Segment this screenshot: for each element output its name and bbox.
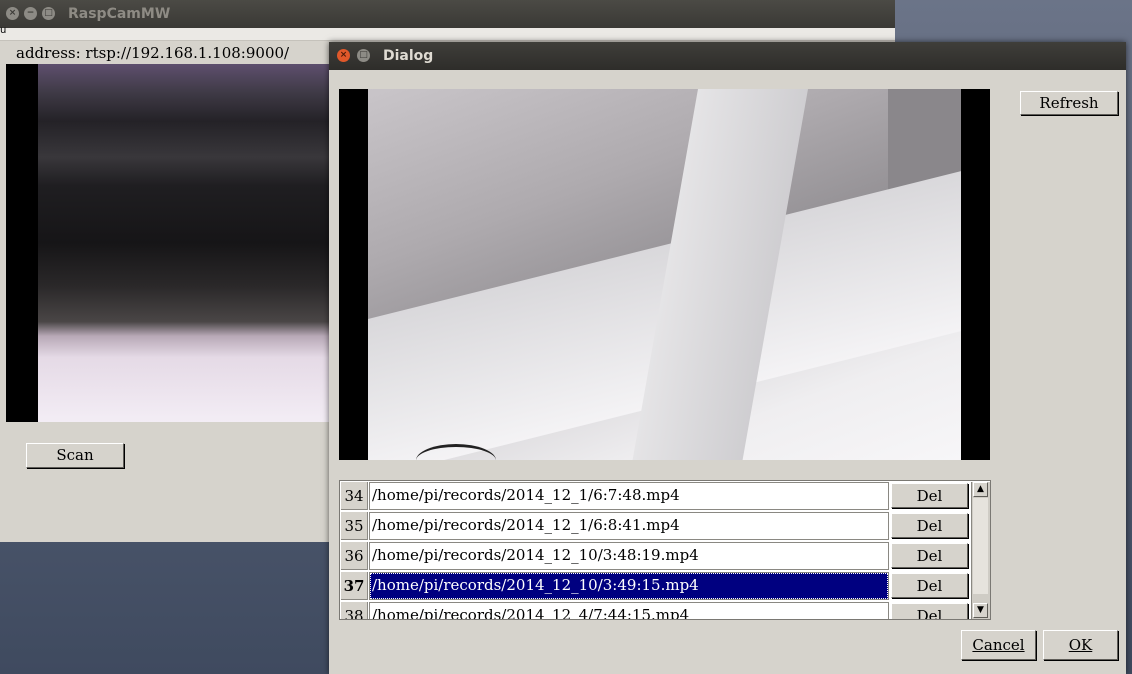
- record-path[interactable]: /home/pi/records/2014_12_1/6:7:48.mp4: [369, 482, 889, 510]
- delete-button[interactable]: Del: [891, 543, 968, 568]
- record-path[interactable]: /home/pi/records/2014_12_4/7:44:15.mp4: [369, 602, 889, 619]
- dialog-title: Dialog: [383, 48, 434, 64]
- scan-button[interactable]: Scan: [26, 443, 124, 468]
- table-row[interactable]: 36 /home/pi/records/2014_12_10/3:48:19.m…: [340, 541, 990, 571]
- dialog-window: × □ Dialog Refresh 34 /home/pi/records/2…: [329, 42, 1126, 674]
- close-icon[interactable]: ×: [6, 7, 19, 20]
- dialog-titlebar[interactable]: × □ Dialog: [329, 42, 1126, 70]
- menubar[interactable]: u: [0, 25, 895, 41]
- scrollbar-thumb[interactable]: [973, 498, 988, 594]
- maximize-icon[interactable]: □: [42, 7, 55, 20]
- maximize-icon[interactable]: □: [357, 49, 370, 62]
- record-path[interactable]: /home/pi/records/2014_12_10/3:48:19.mp4: [369, 542, 889, 570]
- table-scrollbar[interactable]: ▲ ▼: [971, 482, 990, 619]
- delete-button[interactable]: Del: [891, 483, 968, 508]
- recording-feed: [368, 89, 961, 460]
- live-video-view: [6, 64, 336, 422]
- table-row[interactable]: 35 /home/pi/records/2014_12_1/6:8:41.mp4…: [340, 511, 990, 541]
- row-index: 34: [341, 482, 368, 510]
- table-row-selected[interactable]: 37 /home/pi/records/2014_12_10/3:49:15.m…: [340, 571, 990, 601]
- window-title: RaspCamMW: [68, 6, 171, 22]
- delete-button[interactable]: Del: [891, 573, 968, 598]
- table-row[interactable]: 34 /home/pi/records/2014_12_1/6:7:48.mp4…: [340, 481, 990, 511]
- scroll-up-icon[interactable]: ▲: [973, 482, 988, 497]
- scroll-down-icon[interactable]: ▼: [973, 603, 988, 618]
- record-path[interactable]: /home/pi/records/2014_12_1/6:8:41.mp4: [369, 512, 889, 540]
- playback-video-view: [339, 89, 990, 460]
- minimize-icon[interactable]: −: [24, 7, 37, 20]
- cancel-button[interactable]: Cancel: [961, 630, 1036, 660]
- row-index: 38: [341, 602, 368, 619]
- delete-button[interactable]: Del: [891, 513, 968, 538]
- delete-button[interactable]: Del: [891, 603, 968, 619]
- refresh-button[interactable]: Refresh: [1020, 91, 1118, 115]
- record-table[interactable]: 34 /home/pi/records/2014_12_1/6:7:48.mp4…: [339, 480, 991, 620]
- record-path[interactable]: /home/pi/records/2014_12_10/3:49:15.mp4: [369, 572, 889, 600]
- row-index: 35: [341, 512, 368, 540]
- row-index: 37: [341, 572, 368, 600]
- close-icon[interactable]: ×: [337, 49, 350, 62]
- table-row[interactable]: 38 /home/pi/records/2014_12_4/7:44:15.mp…: [340, 601, 990, 619]
- menubar-text: u: [0, 25, 7, 36]
- ok-label: OK: [1068, 636, 1093, 654]
- ok-button[interactable]: OK: [1043, 630, 1118, 660]
- cancel-label: Cancel: [972, 636, 1025, 654]
- camera-feed: [38, 64, 336, 422]
- main-titlebar[interactable]: × − □ RaspCamMW: [0, 0, 895, 28]
- row-index: 36: [341, 542, 368, 570]
- address-label: address: rtsp://192.168.1.108:9000/: [16, 44, 290, 62]
